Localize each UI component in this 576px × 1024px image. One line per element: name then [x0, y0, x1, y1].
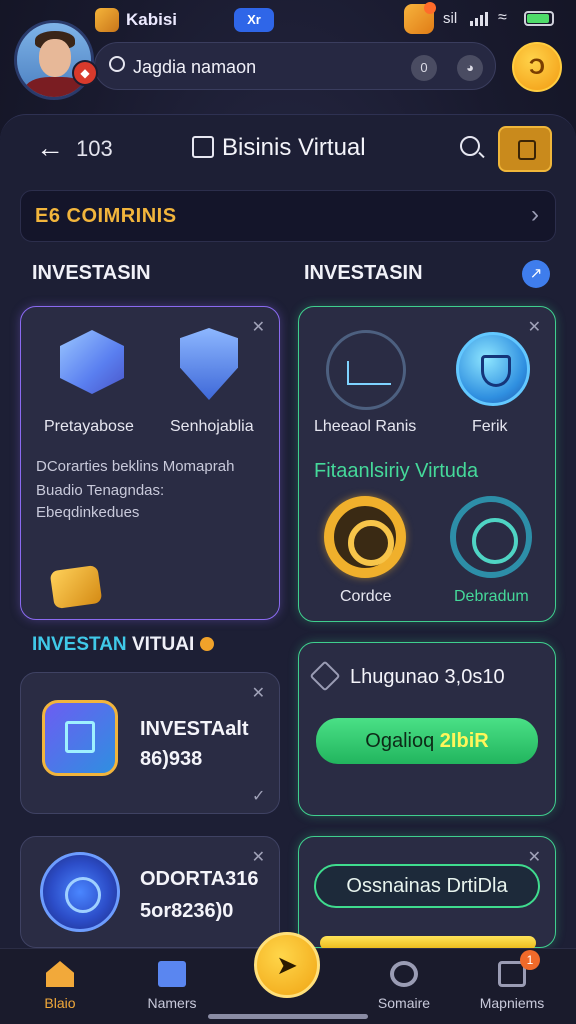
- item-label: Ferik: [472, 418, 508, 435]
- check-icon: ✓: [252, 788, 266, 805]
- close-icon[interactable]: ✕: [252, 683, 265, 703]
- item-label: Debradum: [454, 588, 529, 605]
- item-label: Pretayabose: [44, 418, 134, 435]
- offer-button[interactable]: Ogalioq 2IbiR: [316, 718, 538, 764]
- gear-icon: [390, 961, 418, 987]
- house-icon: [42, 700, 118, 776]
- offer-headline: Lhugunao 3,0s10: [350, 666, 505, 688]
- wifi-icon: ≈: [498, 9, 507, 26]
- cube-icon: [158, 961, 186, 987]
- search-bar[interactable]: Jagdia namaon 0 ◕: [94, 42, 496, 90]
- search-ring-icon: [450, 496, 532, 578]
- coin-banner[interactable]: E6 COIMRINIS ›: [20, 190, 556, 242]
- search-icon: [109, 56, 125, 72]
- counter-badge[interactable]: 0: [411, 55, 437, 81]
- tab-home[interactable]: Blaio: [12, 949, 108, 1024]
- chevron-right-icon: ›: [531, 201, 539, 228]
- briefcase-icon: [192, 136, 214, 158]
- item-label: Lheeaol Ranis: [314, 418, 417, 435]
- item-title: ODORTA316: [140, 868, 259, 890]
- section-title-right: INVESTASIN: [304, 262, 423, 284]
- app-icon: [95, 8, 119, 32]
- avatar-badge: ◆: [72, 60, 98, 86]
- tab-namers[interactable]: Namers: [124, 949, 220, 1024]
- page-title: Bisinis Virtual: [222, 134, 366, 161]
- item-label: Cordce: [340, 588, 392, 605]
- item-title: INVESTAalt: [140, 718, 249, 740]
- send-fab-button[interactable]: ➤: [254, 932, 320, 998]
- notification-dot: [424, 2, 436, 14]
- close-icon[interactable]: ✕: [528, 317, 541, 337]
- share-icon[interactable]: ↗: [522, 260, 550, 288]
- home-icon: [46, 961, 74, 987]
- nav-number: 103: [76, 136, 113, 161]
- home-indicator: [208, 1014, 368, 1019]
- edit-button[interactable]: [498, 126, 552, 172]
- gold-bar-icon: [49, 564, 103, 610]
- item-value: 86)938: [140, 748, 203, 770]
- tab-mapniems[interactable]: Mapniems: [464, 949, 560, 1024]
- action-button[interactable]: Ossnainas DrtiDla: [314, 864, 540, 908]
- card-description: Buadio Tenagndas:: [36, 482, 165, 499]
- close-icon[interactable]: ✕: [252, 317, 265, 337]
- disc-icon: [40, 852, 120, 932]
- section-title-virtual: INVESTAN VITUAI: [32, 634, 195, 655]
- banner-text: E6 COIMRINIS: [35, 205, 177, 227]
- notification-badge: 1: [520, 950, 540, 970]
- signal-text: sil: [443, 10, 458, 27]
- nav-row: ← 103 Bisinis Virtual: [0, 126, 576, 172]
- coin-button[interactable]: Ɔ: [512, 42, 562, 92]
- back-button[interactable]: ←: [36, 132, 64, 164]
- alert-icon: [200, 637, 214, 651]
- search-text: Jagdia namaon: [133, 57, 257, 77]
- signal-bars-icon: [470, 12, 490, 26]
- search-icon[interactable]: [460, 136, 480, 156]
- status-bar: Kabisi Xr sil ≈: [0, 0, 576, 40]
- card-description: DCorarties beklins Momaprah: [36, 458, 235, 475]
- status-pill: Xr: [234, 8, 274, 32]
- camera-icon[interactable]: ◕: [457, 55, 483, 81]
- tab-somaire[interactable]: Somaire: [356, 949, 452, 1024]
- section-title-left: INVESTASIN: [32, 262, 151, 284]
- edit-icon: [518, 140, 536, 160]
- gold-target-icon: [324, 496, 406, 578]
- card-subtitle: Fitaanlsiriy Virtuda: [314, 460, 479, 482]
- battery-icon: [524, 11, 554, 26]
- app-name: Kabisi: [126, 10, 178, 29]
- card-description: Ebeqdinkedues: [36, 504, 140, 521]
- item-value: 5or8236)0: [140, 900, 234, 922]
- item-label: Senhojablia: [170, 418, 254, 435]
- shield-globe-icon: [456, 332, 530, 406]
- close-icon[interactable]: ✕: [528, 847, 541, 867]
- chart-icon: [326, 330, 406, 410]
